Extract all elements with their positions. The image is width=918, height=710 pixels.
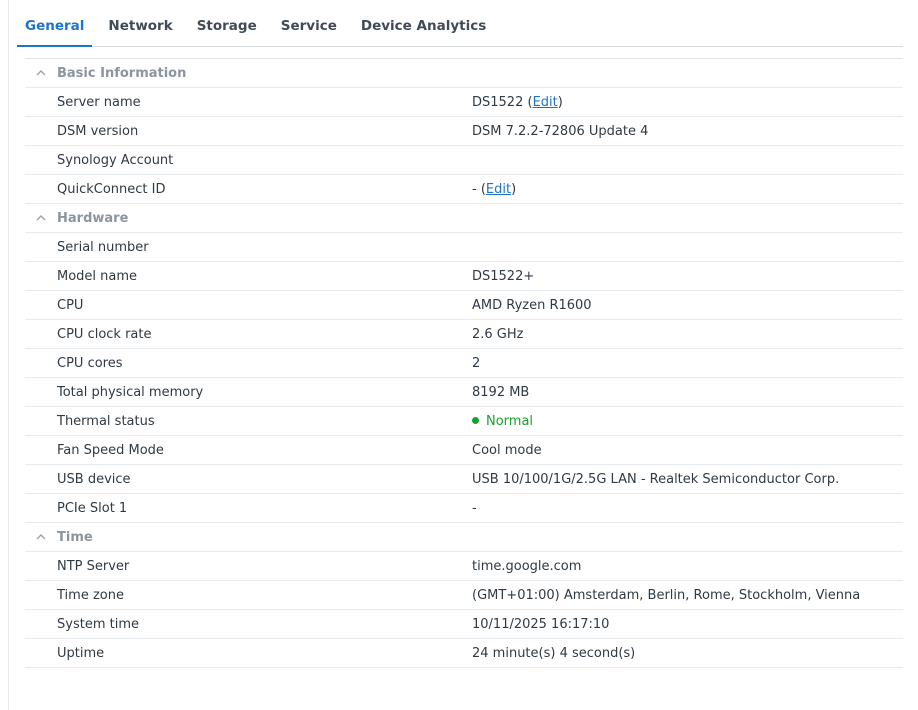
section-header-time[interactable]: Time — [25, 523, 903, 552]
info-row-fan-speed-mode: Fan Speed Mode Cool mode — [25, 436, 903, 465]
row-label: Serial number — [57, 239, 149, 255]
section-title: Basic Information — [57, 65, 187, 81]
info-row-cpu-cores: CPU cores 2 — [25, 349, 903, 378]
row-value: 2 — [472, 355, 481, 371]
section-header-basic-information[interactable]: Basic Information — [25, 59, 903, 88]
row-label: DSM version — [57, 123, 139, 139]
row-value: DS1522+ — [472, 268, 535, 284]
status-dot-icon — [472, 416, 479, 424]
row-label: PCIe Slot 1 — [57, 500, 128, 516]
info-row-synology-account: Synology Account — [25, 146, 903, 175]
row-label: System time — [57, 616, 139, 632]
tab-network[interactable]: Network — [108, 18, 172, 46]
chevron-up-icon — [36, 534, 46, 540]
server-name-value: DS1522 — [472, 94, 524, 110]
chevron-up-icon — [36, 70, 46, 76]
row-value: - (Edit) — [472, 181, 517, 197]
row-value: DS1522 (Edit) — [472, 94, 563, 110]
row-value: Normal — [472, 414, 533, 429]
info-row-ntp-server: NTP Server time.google.com — [25, 552, 903, 581]
info-row-quickconnect-id: QuickConnect ID - (Edit) — [25, 175, 903, 204]
tab-device-analytics[interactable]: Device Analytics — [361, 18, 486, 46]
tab-general[interactable]: General — [16, 18, 93, 47]
row-label: Thermal status — [57, 413, 155, 429]
info-row-time-zone: Time zone (GMT+01:00) Amsterdam, Berlin,… — [25, 581, 903, 610]
row-label: Time zone — [57, 587, 124, 603]
row-value: 2.6 GHz — [472, 326, 524, 342]
row-label: Total physical memory — [57, 384, 204, 400]
info-row-server-name: Server name DS1522 (Edit) — [25, 88, 903, 117]
info-row-total-physical-memory: Total physical memory 8192 MB — [25, 378, 903, 407]
thermal-status-text: Normal — [486, 413, 534, 429]
info-row-system-time: System time 10/11/2025 16:17:10 — [25, 610, 903, 639]
row-label: USB device — [57, 471, 131, 487]
general-info-table: Basic Information Server name DS1522 (Ed… — [25, 58, 903, 668]
row-value: - — [472, 500, 477, 516]
row-label: Fan Speed Mode — [57, 442, 164, 458]
info-center-panel: General Network Storage Service Device A… — [8, 0, 918, 710]
row-value: time.google.com — [472, 558, 582, 574]
info-row-usb-device: USB device USB 10/100/1G/2.5G LAN - Real… — [25, 465, 903, 494]
row-label: Uptime — [57, 645, 105, 661]
edit-quickconnect-link[interactable]: Edit — [486, 182, 511, 197]
info-row-thermal-status: Thermal status Normal — [25, 407, 903, 436]
row-value: AMD Ryzen R1600 — [472, 297, 592, 313]
info-row-pcie-slot-1: PCIe Slot 1 - — [25, 494, 903, 523]
chevron-up-icon — [36, 215, 46, 221]
row-value: 24 minute(s) 4 second(s) — [472, 645, 636, 661]
section-title: Hardware — [57, 210, 129, 226]
info-row-cpu: CPU AMD Ryzen R1600 — [25, 291, 903, 320]
row-label: Server name — [57, 94, 141, 110]
info-row-serial-number: Serial number — [25, 233, 903, 262]
info-row-uptime: Uptime 24 minute(s) 4 second(s) — [25, 639, 903, 668]
row-label: Synology Account — [57, 152, 174, 168]
tab-storage[interactable]: Storage — [197, 18, 257, 46]
row-label: CPU cores — [57, 355, 123, 371]
row-value: DSM 7.2.2-72806 Update 4 — [472, 123, 649, 139]
row-label: NTP Server — [57, 558, 130, 574]
info-row-cpu-clock-rate: CPU clock rate 2.6 GHz — [25, 320, 903, 349]
section-title: Time — [57, 529, 93, 545]
info-row-model-name: Model name DS1522+ — [25, 262, 903, 291]
row-label: CPU clock rate — [57, 326, 152, 342]
row-value: USB 10/100/1G/2.5G LAN - Realtek Semicon… — [472, 471, 840, 487]
row-label: CPU — [57, 297, 84, 313]
info-row-dsm-version: DSM version DSM 7.2.2-72806 Update 4 — [25, 117, 903, 146]
tab-bar: General Network Storage Service Device A… — [16, 0, 903, 47]
row-value: 8192 MB — [472, 384, 530, 400]
quickconnect-value: - — [472, 181, 477, 197]
section-header-hardware[interactable]: Hardware — [25, 204, 903, 233]
edit-server-name-link[interactable]: Edit — [533, 95, 558, 110]
row-value: (GMT+01:00) Amsterdam, Berlin, Rome, Sto… — [472, 587, 861, 603]
row-value: 10/11/2025 16:17:10 — [472, 616, 610, 632]
tab-service[interactable]: Service — [281, 18, 337, 46]
row-label: QuickConnect ID — [57, 181, 166, 197]
row-value: Cool mode — [472, 442, 542, 458]
row-label: Model name — [57, 268, 138, 284]
